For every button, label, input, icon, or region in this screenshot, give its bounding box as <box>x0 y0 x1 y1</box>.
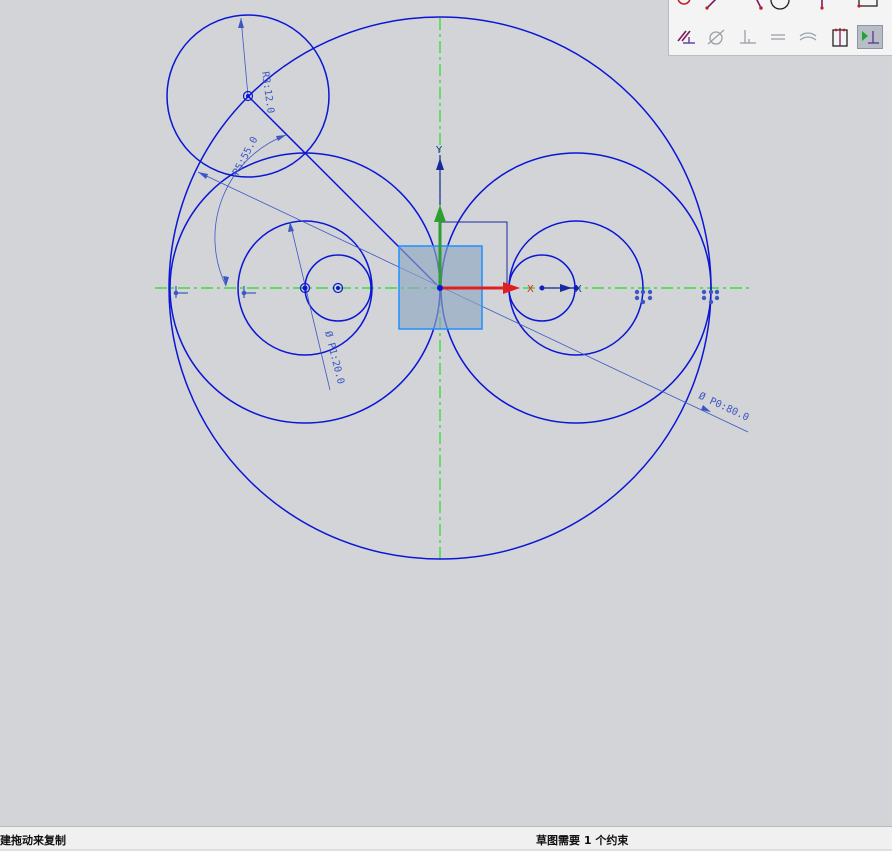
x-axis-label: X <box>527 284 534 295</box>
dimension-arrow <box>238 18 244 28</box>
x-axis-arrowhead <box>503 282 520 294</box>
constraint-toolbar <box>668 0 892 56</box>
radius-dimension-label[interactable]: R3:12.0 <box>259 71 276 114</box>
center-point[interactable] <box>336 286 340 290</box>
status-message: 草图需要 1 个约束 <box>536 834 629 847</box>
x-direction-label: X <box>575 284 582 295</box>
dimension-arrow <box>276 135 286 141</box>
equal-length-icon[interactable] <box>765 25 791 49</box>
tangent-icon[interactable] <box>703 25 729 49</box>
angle-dimension-label[interactable]: P5:55.0 <box>231 135 261 177</box>
y-axis-arrowhead <box>434 205 446 222</box>
dimension-arrow <box>198 172 208 179</box>
radius-dimension-line <box>240 17 249 97</box>
line-icon[interactable] <box>701 0 727 16</box>
sketch-canvas[interactable]: R3:12.0 P5:55.0 Ø P1:20.0 Ø P0:80.0 Y X … <box>0 0 892 826</box>
equal-constraint-symbol[interactable] <box>634 289 720 305</box>
concentric-icon[interactable] <box>795 25 821 49</box>
center-point[interactable] <box>302 285 308 291</box>
vertical-line-icon[interactable] <box>809 0 835 16</box>
x-direction-arrowhead <box>560 284 572 292</box>
status-bar: 建拖动来复制 草图需要 1 个约束 <box>0 826 892 851</box>
y-axis-label: Y <box>435 145 443 156</box>
fillet-icon[interactable] <box>673 0 699 16</box>
status-hint: 建拖动来复制 <box>0 834 66 847</box>
rectangle-icon[interactable] <box>855 0 881 16</box>
y-direction-arrowhead <box>436 158 444 170</box>
inner-diameter-label[interactable]: Ø P1:20.0 <box>322 330 347 385</box>
center-point[interactable] <box>246 94 250 98</box>
inner-dimension-line <box>289 221 331 391</box>
origin-point[interactable] <box>437 285 443 291</box>
circle-icon[interactable] <box>767 0 793 16</box>
show-constraints-icon[interactable] <box>857 25 883 49</box>
perpendicular-icon[interactable] <box>735 25 761 49</box>
parallel-icon[interactable] <box>673 25 699 49</box>
midpoint-icon[interactable] <box>827 25 853 49</box>
